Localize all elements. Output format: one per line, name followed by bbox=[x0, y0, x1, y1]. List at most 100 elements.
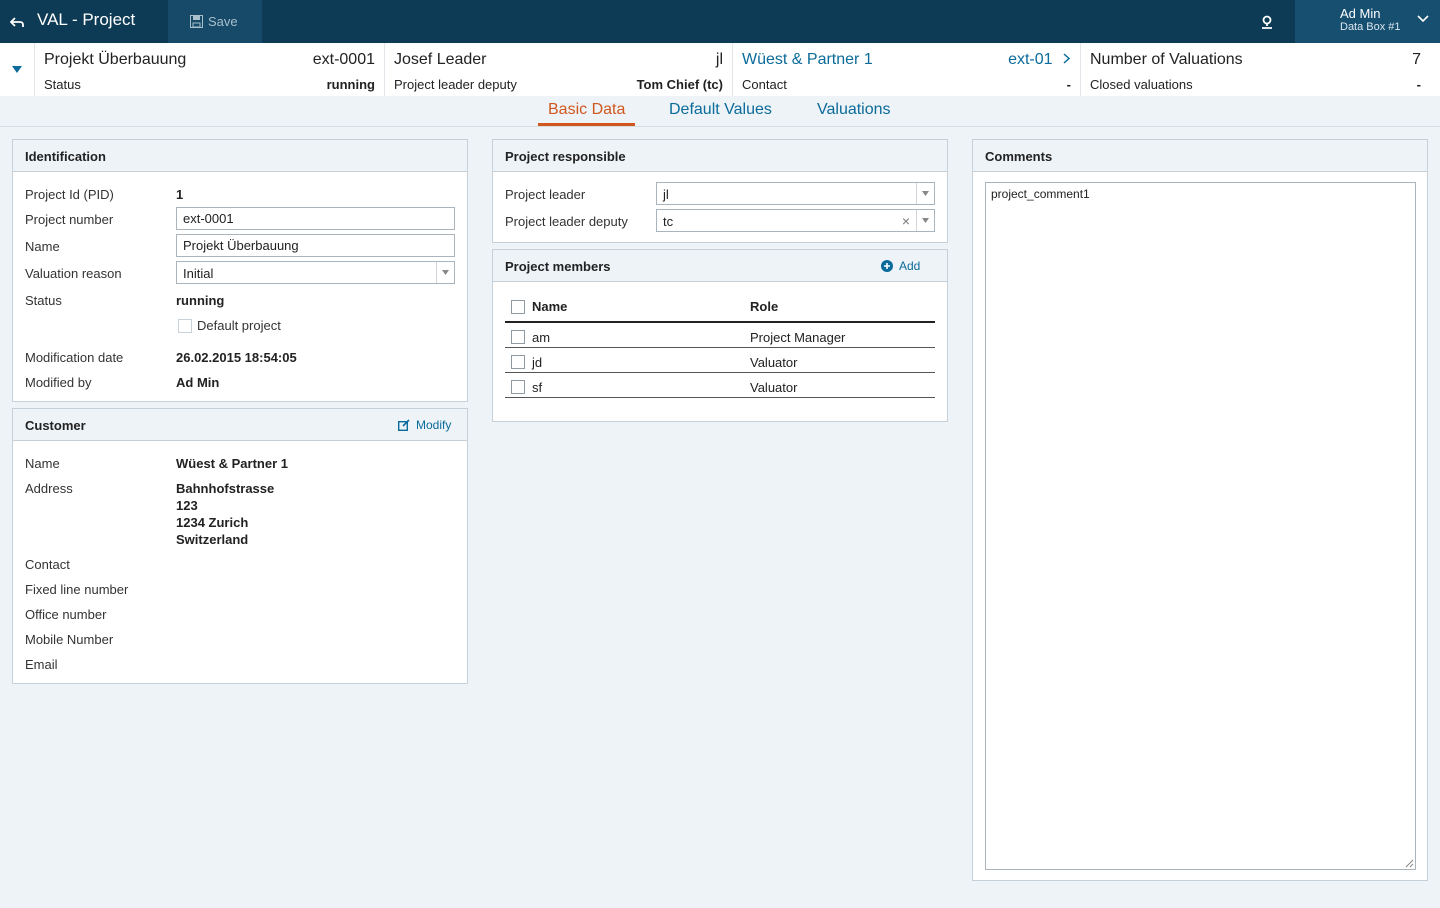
default-project-label: Default project bbox=[197, 318, 281, 333]
save-label: Save bbox=[208, 14, 238, 29]
customer-panel: Customer Modify Name Wüest & Partner 1 A… bbox=[12, 408, 468, 684]
chevron-down-icon bbox=[1417, 15, 1429, 23]
summary-customer: Wüest & Partner 1 ext-01 Contact - bbox=[732, 43, 1080, 96]
project-responsible-title: Project responsible bbox=[505, 149, 626, 164]
row-checkbox[interactable] bbox=[511, 330, 525, 344]
address-line-2: 123 bbox=[176, 498, 198, 513]
customer-name-label: Name bbox=[25, 456, 60, 471]
tab-valuations[interactable]: Valuations bbox=[817, 101, 891, 119]
identification-panel: Identification Project Id (PID) 1 Projec… bbox=[12, 139, 468, 402]
address-line-1: Bahnhofstrasse bbox=[176, 481, 275, 496]
dropdown-arrow-icon bbox=[916, 183, 934, 204]
summary-leader: Josef Leader jl Project leader deputy Tom … bbox=[384, 43, 732, 96]
modify-label: Modify bbox=[416, 418, 452, 432]
tab-basic-data[interactable]: Basic Data bbox=[548, 101, 625, 119]
modification-date-label: Modification date bbox=[25, 350, 124, 365]
project-leader-deputy-value: tc bbox=[663, 214, 674, 229]
back-button[interactable] bbox=[0, 0, 34, 43]
summary-contact-value: - bbox=[1066, 77, 1071, 92]
back-arrow-icon bbox=[10, 16, 24, 27]
clear-icon[interactable]: × bbox=[902, 213, 910, 229]
project-name-input[interactable] bbox=[176, 234, 455, 257]
floppy-disk-icon bbox=[190, 15, 203, 28]
address-label: Address bbox=[25, 481, 73, 496]
select-all-checkbox[interactable] bbox=[511, 300, 525, 314]
resize-grip-icon[interactable] bbox=[1405, 859, 1414, 868]
summary-contact-label: Contact bbox=[742, 77, 787, 92]
add-member-button[interactable]: Add bbox=[881, 259, 920, 273]
save-button[interactable]: Save bbox=[168, 0, 262, 43]
project-summary: Projekt Überbauung ext-0001 Status running… bbox=[0, 43, 1440, 96]
comments-textarea[interactable]: project_comment1 bbox=[985, 182, 1416, 870]
address-line-4: Switzerland bbox=[176, 532, 249, 547]
summary-project-number: ext-0001 bbox=[312, 51, 375, 68]
summary-deputy-value: Tom Chief (tc) bbox=[636, 77, 723, 92]
table-header-divider bbox=[505, 321, 935, 323]
summary-status-label: Status bbox=[44, 77, 81, 92]
column-header-role[interactable]: Role bbox=[750, 299, 778, 314]
modified-by-value: Ad Min bbox=[176, 375, 220, 390]
project-leader-deputy-select[interactable]: tc × bbox=[656, 209, 935, 232]
office-number-label: Office number bbox=[25, 607, 107, 622]
project-number-input[interactable] bbox=[176, 207, 455, 230]
summary-closed-label: Closed valuations bbox=[1090, 77, 1193, 92]
row-divider bbox=[505, 397, 935, 398]
summary-customer-link[interactable]: Wüest & Partner 1 bbox=[742, 51, 873, 69]
summary-customer-code-link[interactable]: ext-01 bbox=[1008, 51, 1071, 69]
modification-date-value: 26.02.2015 18:54:05 bbox=[176, 350, 297, 365]
column-header-name[interactable]: Name bbox=[532, 299, 567, 314]
plus-circle-icon bbox=[881, 260, 893, 272]
summary-leader-code: jl bbox=[715, 51, 723, 68]
valuation-reason-select[interactable]: Initial bbox=[176, 261, 455, 284]
summary-leader-name: Josef Leader bbox=[394, 51, 487, 68]
comments-title: Comments bbox=[985, 149, 1053, 164]
project-members-panel: Project members Add Name Role am Project… bbox=[492, 249, 948, 422]
add-label: Add bbox=[899, 259, 921, 273]
project-responsible-panel: Project responsible Project leader jl Pr… bbox=[492, 139, 948, 243]
summary-valuations: Number of Valuations 7 Closed valuations - bbox=[1080, 43, 1430, 96]
mobile-number-label: Mobile Number bbox=[25, 632, 114, 647]
location-button[interactable] bbox=[1252, 0, 1282, 43]
project-leader-label: Project leader bbox=[505, 187, 586, 202]
chevron-right-icon bbox=[1063, 53, 1071, 64]
comment-text: project_comment1 bbox=[991, 187, 1090, 201]
summary-project: Projekt Überbauung ext-0001 Status running bbox=[34, 43, 384, 96]
contact-label: Contact bbox=[25, 557, 70, 572]
user-menu[interactable]: Ad Min Data Box #1 bbox=[1295, 0, 1440, 43]
project-number-label: Project number bbox=[25, 212, 114, 227]
collapse-toggle[interactable] bbox=[0, 43, 34, 96]
user-name: Ad Min bbox=[1340, 6, 1381, 21]
dropdown-arrow-icon bbox=[436, 262, 454, 283]
summary-customer-code: ext-01 bbox=[1008, 51, 1053, 68]
pid-label: Project Id (PID) bbox=[25, 187, 114, 202]
project-leader-select[interactable]: jl bbox=[656, 182, 935, 205]
modify-button[interactable]: Modify bbox=[398, 418, 451, 432]
valuation-reason-value: Initial bbox=[183, 266, 214, 281]
pid-value: 1 bbox=[176, 187, 184, 202]
fixed-line-label: Fixed line number bbox=[25, 582, 129, 597]
status-label: Status bbox=[25, 293, 62, 308]
modified-by-label: Modified by bbox=[25, 375, 92, 390]
row-divider bbox=[505, 347, 935, 348]
row-checkbox[interactable] bbox=[511, 355, 525, 369]
member-role: Project Manager bbox=[750, 330, 846, 345]
summary-valuations-label: Number of Valuations bbox=[1090, 51, 1243, 68]
default-project-checkbox[interactable] bbox=[178, 319, 192, 333]
row-checkbox[interactable] bbox=[511, 380, 525, 394]
project-leader-value: jl bbox=[663, 187, 669, 202]
address-line-3: 1234 Zurich bbox=[176, 515, 249, 530]
customer-name-value: Wüest & Partner 1 bbox=[176, 456, 288, 471]
member-name: am bbox=[532, 330, 551, 345]
tab-default-values[interactable]: Default Values bbox=[669, 101, 772, 119]
caret-down-icon bbox=[12, 66, 22, 73]
top-bar: VAL - Project Save Ad Min Data Box #1 bbox=[0, 0, 1440, 43]
location-pin-icon bbox=[1262, 15, 1272, 29]
active-tab-indicator bbox=[538, 123, 635, 126]
email-label: Email bbox=[25, 657, 58, 672]
comments-panel: Comments project_comment1 bbox=[972, 139, 1428, 881]
project-leader-deputy-label: Project leader deputy bbox=[505, 214, 628, 229]
tab-bar: Basic Data Default Values Valuations bbox=[0, 96, 1440, 127]
member-name: sf bbox=[532, 380, 543, 395]
summary-project-name: Projekt Überbauung bbox=[44, 51, 187, 68]
summary-status-value: running bbox=[326, 77, 375, 92]
